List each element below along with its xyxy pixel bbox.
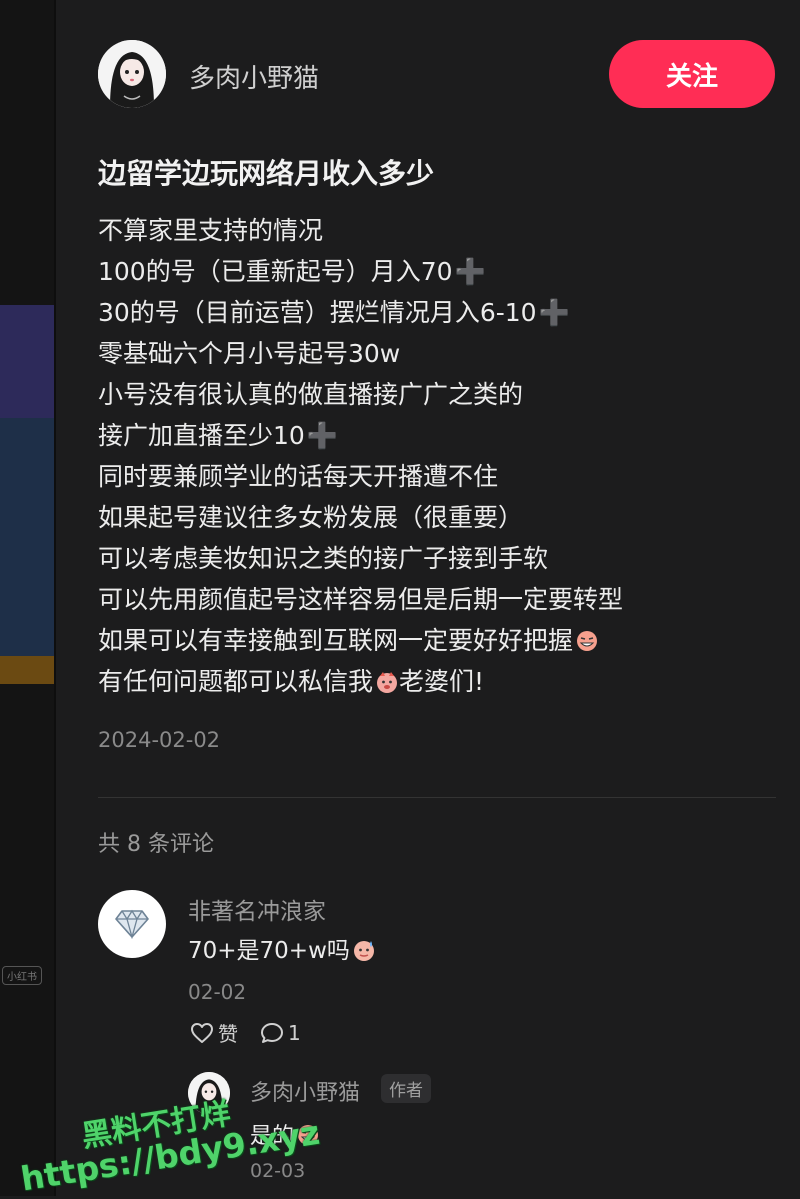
post-line: 有任何问题都可以私信我 老婆们! — [98, 661, 778, 702]
post-line: 如果起号建议往多女粉发展（很重要） — [98, 497, 778, 538]
post-line: 可以先用颜值起号这样容易但是后期一定要转型 — [98, 579, 778, 620]
post-line-text: 接广加直播至少10 — [98, 421, 305, 450]
comment-date: 02-02 — [188, 980, 247, 1004]
reply-button[interactable]: 1 — [260, 1021, 301, 1045]
comment-text-content: 70+是70+w吗 — [188, 938, 350, 964]
post-line: 可以考虑美妆知识之类的接广子接到手软 — [98, 538, 778, 579]
comment-count: 共 8 条评论 — [98, 832, 214, 857]
post-line-text: 可以考虑美妆知识之类的接广子接到手软 — [98, 544, 549, 573]
reply-text: 是的 — [250, 1118, 320, 1150]
like-label: 赞 — [218, 1022, 238, 1046]
reply-author-avatar[interactable] — [188, 1072, 230, 1114]
post-line-text: 小号没有很认真的做直播接广广之类的 — [98, 380, 524, 409]
post-line-text: 老婆们! — [399, 667, 485, 696]
post-date: 2024-02-02 — [98, 728, 221, 752]
avatar-illustration — [188, 1072, 230, 1114]
comment-text: 70+是70+w吗 — [188, 931, 376, 965]
reply-text-content: 是的 — [250, 1124, 295, 1149]
author-name[interactable]: 多肉小野猫 — [189, 58, 319, 95]
post-line-text: 有任何问题都可以私信我 — [98, 667, 374, 696]
post-line-text: 如果可以有幸接触到互联网一定要好好把握 — [98, 626, 574, 655]
post-line-text: 同时要兼顾学业的话每天开播遭不住 — [98, 462, 499, 491]
author-badge: 作者 — [381, 1074, 431, 1103]
shy-emoji-icon — [375, 665, 399, 693]
reply-author-name[interactable]: 多肉小野猫 — [250, 1075, 360, 1107]
post-line: 30的号（目前运营）摆烂情况月入6-10➕ — [98, 292, 778, 333]
plus-icon: ➕ — [538, 298, 570, 327]
post-line: 零基础六个月小号起号30w — [98, 333, 778, 374]
post-line: 如果可以有幸接触到互联网一定要好好把握 — [98, 620, 778, 661]
section-divider — [98, 797, 776, 798]
post-detail-panel: 多肉小野猫 关注 边留学边玩网络月收入多少 不算家里支持的情况 100的号（已重新… — [56, 0, 800, 1196]
post-line: 100的号（已重新起号）月入70➕ — [98, 251, 778, 292]
post-line-text: 可以先用颜值起号这样容易但是后期一定要转型 — [98, 585, 624, 614]
follow-button[interactable]: 关注 — [609, 40, 775, 108]
commenter-name[interactable]: 非著名冲浪家 — [188, 892, 326, 926]
author-avatar[interactable] — [98, 40, 166, 108]
post-line: 同时要兼顾学业的话每天开播遭不住 — [98, 456, 778, 497]
avatar-illustration — [98, 40, 166, 108]
post-line-text: 如果起号建议往多女粉发展（很重要） — [98, 503, 524, 532]
background-thumbnail — [0, 656, 54, 684]
plus-icon: ➕ — [306, 421, 338, 450]
plus-icon: ➕ — [454, 257, 486, 286]
background-app-strip: 小红书 — [0, 0, 54, 1196]
background-tag: 小红书 — [2, 966, 42, 985]
post-line: 小号没有很认真的做直播接广广之类的 — [98, 374, 778, 415]
reply-date: 02-03 — [250, 1160, 306, 1182]
comment-bubble-icon — [261, 1022, 283, 1043]
post-line: 不算家里支持的情况 — [98, 210, 778, 251]
sweat-emoji-icon — [352, 938, 376, 962]
background-thumbnail — [0, 305, 54, 418]
comment-actions: 赞 1 — [190, 1018, 323, 1047]
post-line-text: 不算家里支持的情况 — [98, 216, 324, 245]
post-line-text: 零基础六个月小号起号30w — [98, 339, 401, 368]
background-thumbnail — [0, 418, 54, 656]
grin-emoji-icon — [296, 1123, 320, 1147]
commenter-avatar[interactable] — [98, 890, 166, 958]
heart-icon — [191, 1022, 213, 1043]
post-title: 边留学边玩网络月收入多少 — [98, 157, 435, 190]
grin-emoji-icon — [575, 624, 599, 651]
post-line-text: 100的号（已重新起号）月入70 — [98, 257, 453, 286]
reply-count: 1 — [288, 1020, 301, 1045]
post-body: 不算家里支持的情况 100的号（已重新起号）月入70➕ 30的号（目前运营）摆烂情况… — [98, 210, 778, 702]
like-button[interactable]: 赞 — [190, 1018, 238, 1047]
diamond-icon — [115, 909, 149, 939]
post-line-text: 30的号（目前运营）摆烂情况月入6-10 — [98, 298, 537, 327]
post-line: 接广加直播至少10➕ — [98, 415, 778, 456]
